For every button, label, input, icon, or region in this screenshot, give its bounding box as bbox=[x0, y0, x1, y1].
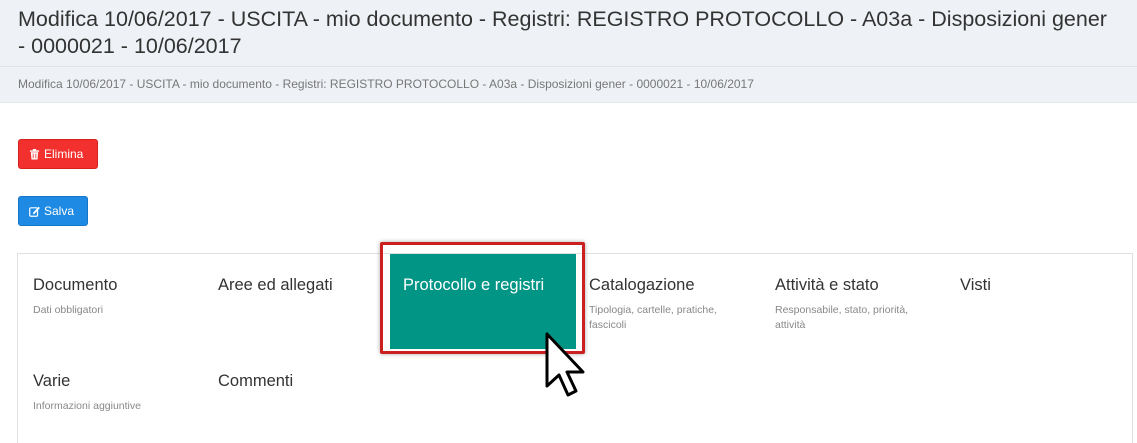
save-button-label: Salva bbox=[44, 204, 75, 218]
tab-subtitle: Dati obbligatori bbox=[33, 304, 104, 316]
tab-attivita-stato[interactable]: Attività e stato Responsabile, stato, pr… bbox=[775, 275, 945, 333]
tab-commenti[interactable]: Commenti bbox=[218, 371, 388, 391]
tab-label: Attività e stato bbox=[775, 276, 879, 294]
tab-subtitle: Tipologia, cartelle, pratiche, fascicoli bbox=[589, 304, 718, 331]
delete-button[interactable]: Elimina bbox=[18, 139, 98, 169]
tab-visti[interactable]: Visti bbox=[960, 275, 1130, 295]
save-button[interactable]: Salva bbox=[18, 196, 88, 226]
tab-label: Documento bbox=[33, 276, 118, 294]
page-header: Modifica 10/06/2017 - USCITA - mio docum… bbox=[0, 0, 1137, 67]
breadcrumb-text: Modifica 10/06/2017 - USCITA - mio docum… bbox=[18, 77, 754, 91]
tab-varie[interactable]: Varie Informazioni aggiuntive bbox=[33, 371, 203, 414]
tab-label: Catalogazione bbox=[589, 276, 695, 294]
edit-icon bbox=[29, 206, 40, 217]
tab-label: Varie bbox=[33, 372, 71, 390]
tab-aree-allegati[interactable]: Aree ed allegati bbox=[218, 275, 388, 295]
breadcrumb: Modifica 10/06/2017 - USCITA - mio docum… bbox=[0, 67, 1137, 103]
delete-button-label: Elimina bbox=[44, 147, 84, 161]
tabs-panel: Documento Dati obbligatori Aree ed alleg… bbox=[17, 253, 1133, 443]
page-title: Modifica 10/06/2017 - USCITA - mio docum… bbox=[18, 7, 1107, 58]
tab-label: Protocollo e registri bbox=[403, 276, 545, 294]
tab-subtitle: Responsabile, stato, priorità, attività bbox=[775, 304, 909, 331]
tab-catalogazione[interactable]: Catalogazione Tipologia, cartelle, prati… bbox=[589, 275, 759, 333]
tab-label: Aree ed allegati bbox=[218, 276, 333, 294]
trash-icon bbox=[29, 148, 40, 160]
tab-documento[interactable]: Documento Dati obbligatori bbox=[33, 275, 203, 318]
tab-protocollo-registri[interactable]: Protocollo e registri bbox=[390, 254, 576, 349]
tab-subtitle: Informazioni aggiuntive bbox=[33, 400, 141, 412]
tab-label: Visti bbox=[960, 276, 991, 294]
tab-label: Commenti bbox=[218, 372, 294, 390]
